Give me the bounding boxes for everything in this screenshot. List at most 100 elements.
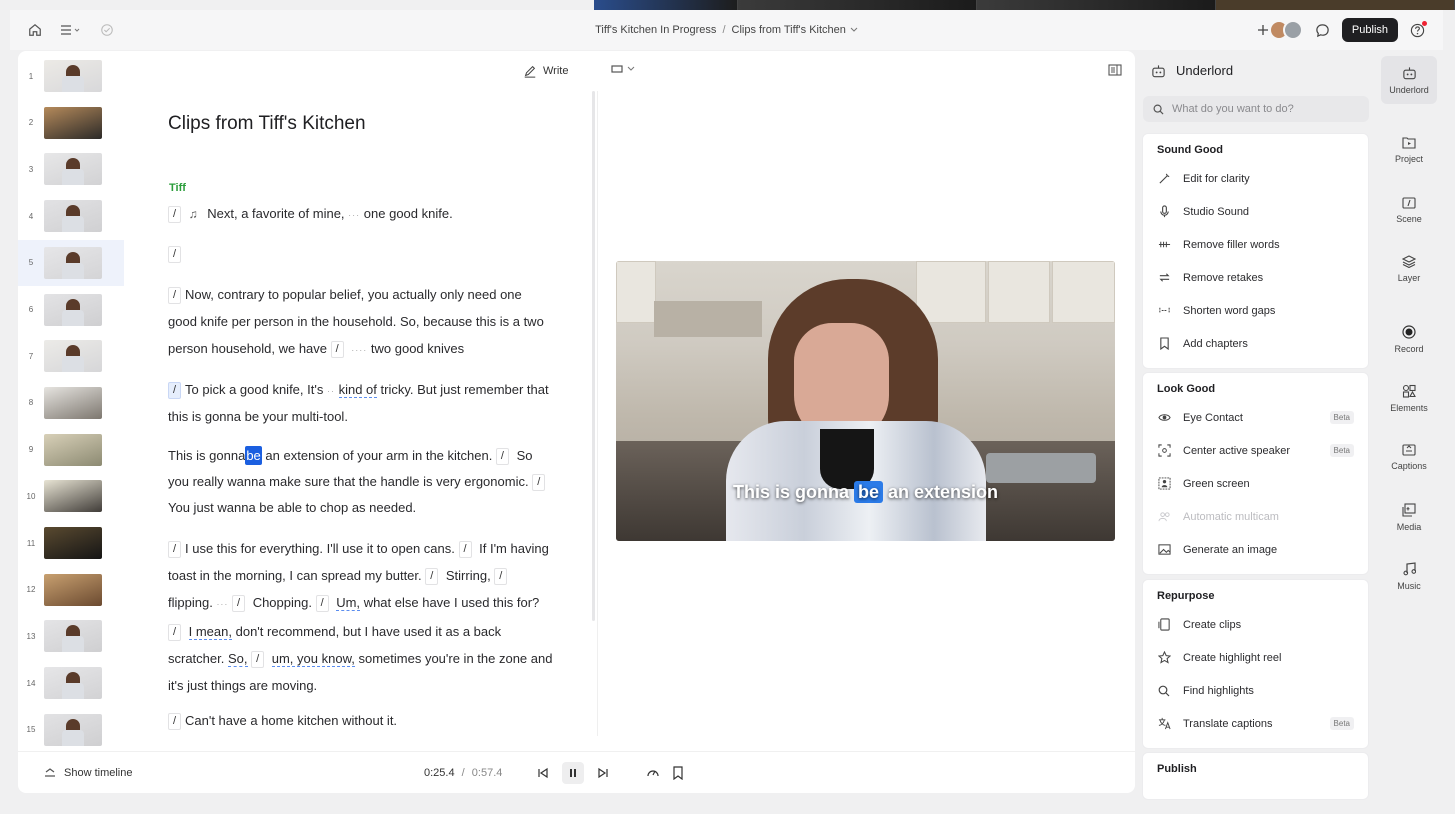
playback-speed-icon[interactable]: [646, 766, 660, 780]
thumbnail-image[interactable]: [44, 293, 102, 326]
panel-resize-handle[interactable]: [592, 91, 595, 621]
scene-break-marker[interactable]: /: [168, 246, 181, 264]
thumbnail-image[interactable]: [44, 713, 102, 746]
green-screen-button[interactable]: Green screen: [1143, 467, 1368, 500]
filler-word[interactable]: um, you know,: [271, 651, 355, 667]
scene-break-marker[interactable]: /: [458, 541, 472, 559]
publish-button[interactable]: Publish: [1341, 18, 1398, 42]
collaborators[interactable]: [1257, 20, 1303, 40]
word-gap[interactable]: ···: [348, 210, 360, 220]
video-preview[interactable]: This is gonna be an extension: [616, 261, 1115, 541]
scene-thumbnail[interactable]: 9: [18, 427, 124, 473]
rail-item-scene[interactable]: Scene: [1381, 186, 1437, 234]
transcript-text[interactable]: I'll use it to open cans.: [327, 541, 455, 556]
eye-contact-button[interactable]: Eye Contact Beta: [1143, 401, 1368, 434]
transcript-paragraph[interactable]: / Now, contrary to popular belief, you ac…: [168, 281, 553, 364]
transcript-text[interactable]: This is gonna: [168, 448, 245, 463]
scene-break-marker[interactable]: /: [168, 713, 181, 731]
create-highlight-reel-button[interactable]: Create highlight reel: [1143, 641, 1368, 674]
rail-item-captions[interactable]: Captions: [1381, 433, 1437, 481]
scene-break-marker[interactable]: /: [168, 624, 181, 642]
thumbnail-image[interactable]: [44, 200, 102, 233]
add-chapters-button[interactable]: Add chapters: [1143, 327, 1368, 360]
rail-item-project[interactable]: Project: [1381, 126, 1437, 174]
scene-thumbnail[interactable]: 1: [18, 53, 124, 99]
transcript-paragraph[interactable]: /: [168, 244, 553, 264]
transcript-text[interactable]: Next, a favorite of mine,: [207, 206, 344, 221]
scene-break-marker[interactable]: /: [494, 568, 508, 586]
filler-word[interactable]: I mean,: [188, 624, 232, 640]
search-input[interactable]: [1172, 103, 1352, 115]
breadcrumb-project[interactable]: Tiff's Kitchen In Progress: [595, 24, 716, 36]
word-gap[interactable]: ···: [216, 599, 228, 609]
thumbnail-image[interactable]: [44, 480, 102, 513]
scene-break-marker[interactable]: /: [425, 568, 439, 586]
word-gap[interactable]: ··: [327, 386, 335, 396]
scene-break-marker[interactable]: /: [330, 341, 344, 359]
scene-thumbnail[interactable]: 14: [18, 660, 124, 706]
breadcrumb-document[interactable]: Clips from Tiff's Kitchen: [732, 24, 846, 36]
transcript-text[interactable]: To pick a good knife, It's: [185, 382, 323, 397]
scene-thumbnail[interactable]: 10: [18, 473, 124, 519]
menu-icon[interactable]: [60, 24, 82, 36]
word-gap[interactable]: ····: [351, 345, 367, 355]
shorten-word-gaps-button[interactable]: Shorten word gaps: [1143, 294, 1368, 327]
scene-thumbnail[interactable]: 8: [18, 380, 124, 426]
create-clips-button[interactable]: Create clips: [1143, 608, 1368, 641]
scene-thumbnail[interactable]: 4: [18, 193, 124, 239]
thumbnail-image[interactable]: [44, 340, 102, 373]
document-title[interactable]: Clips from Tiff's Kitchen: [168, 113, 366, 135]
transcript-text[interactable]: You just wanna be able to chop as needed…: [168, 500, 416, 515]
transcript-paragraph[interactable]: / Can't have a home kitchen without it.: [168, 711, 553, 731]
pause-icon[interactable]: [562, 761, 584, 784]
thumbnail-image[interactable]: [44, 386, 102, 419]
scene-thumbnail[interactable]: 15: [18, 707, 124, 753]
scene-thumbnail[interactable]: 2: [18, 100, 124, 146]
underlord-search[interactable]: [1143, 96, 1369, 122]
selected-word[interactable]: be: [245, 446, 262, 465]
center-active-speaker-button[interactable]: Center active speaker Beta: [1143, 434, 1368, 467]
transcript-paragraph[interactable]: / ♫ Next, a favorite of mine, ··· one go…: [168, 204, 553, 225]
scene-thumbnail[interactable]: 11: [18, 520, 124, 566]
translate-captions-button[interactable]: Translate captions Beta: [1143, 707, 1368, 740]
skip-forward-icon[interactable]: [592, 762, 614, 784]
scene-thumbnail[interactable]: 5: [18, 239, 124, 286]
transcript-text[interactable]: flipping.: [168, 595, 213, 610]
transcript-text[interactable]: Chopping.: [253, 595, 312, 610]
thumbnail-image[interactable]: [44, 573, 102, 606]
find-highlights-button[interactable]: Find highlights: [1143, 674, 1368, 707]
scene-thumbnail[interactable]: 6: [18, 287, 124, 333]
transcript-text[interactable]: Stirring,: [446, 568, 491, 583]
write-mode-button[interactable]: Write: [523, 64, 568, 78]
show-timeline-button[interactable]: Show timeline: [44, 767, 132, 779]
skip-back-icon[interactable]: [532, 762, 554, 784]
chevron-down-icon[interactable]: [850, 27, 858, 33]
layout-selector[interactable]: [611, 64, 635, 74]
transcript-text[interactable]: sometimes you're in the zone and it's ju…: [168, 651, 552, 693]
rail-item-elements[interactable]: Elements: [1381, 374, 1437, 422]
scene-thumbnail[interactable]: 12: [18, 567, 124, 613]
scene-break-marker[interactable]: /: [232, 595, 246, 613]
filler-word[interactable]: Um,: [336, 595, 361, 611]
remove-retakes-button[interactable]: Remove retakes: [1143, 261, 1368, 294]
add-collaborator-icon[interactable]: [1257, 24, 1269, 36]
scene-break-marker[interactable]: /: [532, 474, 546, 492]
scene-break-marker[interactable]: /: [168, 541, 181, 559]
thumbnail-image[interactable]: [44, 667, 102, 700]
home-icon[interactable]: [28, 23, 42, 37]
generate-image-button[interactable]: Generate an image: [1143, 533, 1368, 566]
rail-item-underlord[interactable]: Underlord: [1381, 56, 1437, 104]
filler-word[interactable]: kind of: [338, 382, 377, 398]
thumbnail-image[interactable]: [44, 246, 102, 279]
transcript-paragraph[interactable]: / I use this for everything. I'll use it …: [168, 535, 553, 699]
comment-icon[interactable]: [1315, 23, 1330, 38]
scene-break-marker[interactable]: /: [168, 287, 181, 305]
studio-sound-button[interactable]: Studio Sound: [1143, 195, 1368, 228]
avatar[interactable]: [1282, 20, 1303, 40]
remove-filler-words-button[interactable]: Remove filler words: [1143, 228, 1368, 261]
scene-break-marker[interactable]: /: [315, 595, 329, 613]
help-icon[interactable]: [1410, 20, 1427, 38]
transcript-text[interactable]: I use this for everything.: [185, 541, 323, 556]
toggle-panel-icon[interactable]: [1108, 64, 1122, 76]
transcript-text[interactable]: Can't have a home kitchen without it.: [185, 713, 397, 728]
